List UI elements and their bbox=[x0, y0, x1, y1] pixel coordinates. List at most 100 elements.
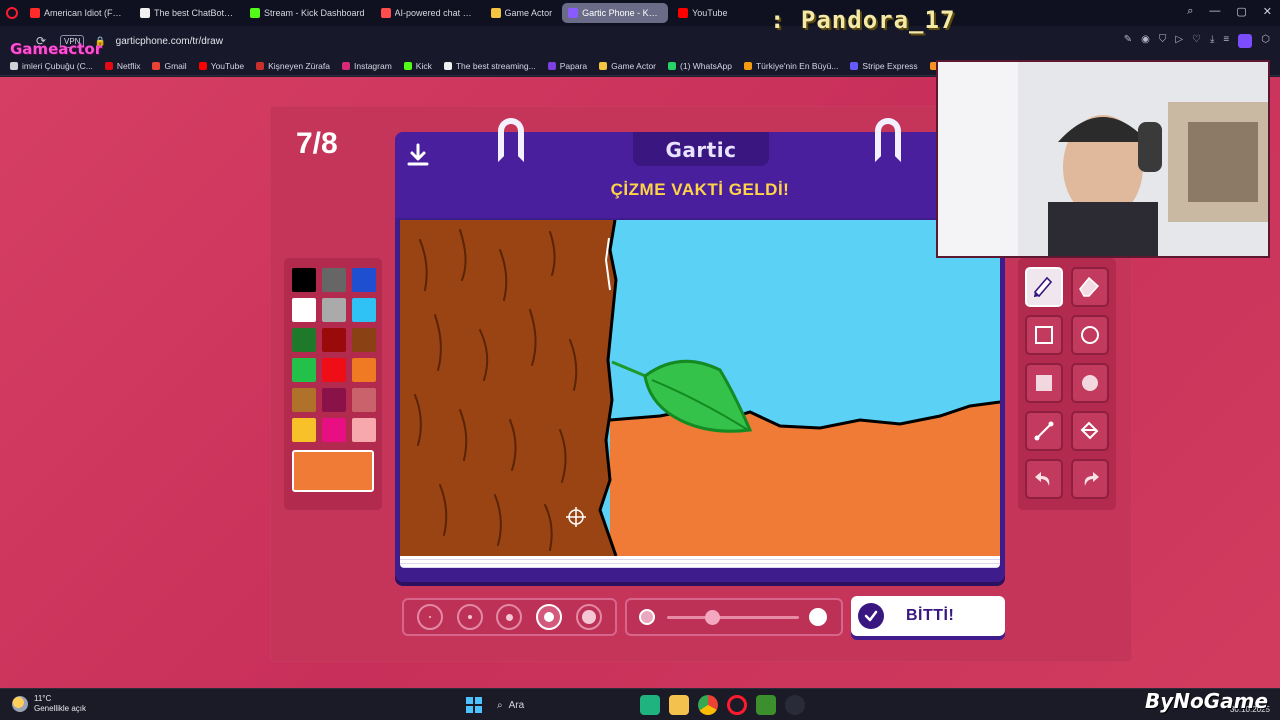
color-swatch[interactable] bbox=[292, 358, 316, 382]
color-swatches bbox=[292, 268, 376, 442]
color-swatch[interactable] bbox=[352, 298, 376, 322]
bookmark-item[interactable]: The best streaming... bbox=[443, 61, 536, 71]
brush-size-option[interactable] bbox=[576, 604, 603, 630]
ellipse-outline-tool[interactable] bbox=[1071, 315, 1109, 355]
opera-logo-icon[interactable] bbox=[6, 7, 18, 19]
bookmark-item[interactable]: Netflix bbox=[104, 61, 140, 71]
tab-label: The best ChatBot and Wi bbox=[154, 8, 234, 18]
color-swatch[interactable] bbox=[292, 418, 316, 442]
minimize-icon[interactable]: — bbox=[1209, 5, 1220, 18]
color-swatch[interactable] bbox=[292, 298, 316, 322]
minecraft-icon[interactable] bbox=[756, 695, 776, 715]
heart-icon[interactable]: ♡ bbox=[1192, 34, 1201, 48]
bookmark-item[interactable]: Gmail bbox=[152, 61, 187, 71]
taskbar-search[interactable]: ⌕ Ara bbox=[491, 693, 631, 717]
weather-widget[interactable]: 11°C Genellikle açık bbox=[12, 694, 86, 714]
file-explorer-icon[interactable] bbox=[669, 695, 689, 715]
brush-size-option[interactable] bbox=[456, 604, 483, 630]
opacity-track[interactable] bbox=[667, 616, 799, 619]
taskbar: 11°C Genellikle açık ⌕ Ara 30.10.2025 bbox=[0, 688, 1280, 720]
redo-tool[interactable] bbox=[1071, 459, 1109, 499]
maximize-icon[interactable]: ▢ bbox=[1236, 5, 1246, 18]
bookmark-item[interactable]: Türkiye'nin En Büyü... bbox=[743, 61, 838, 71]
eraser-tool[interactable] bbox=[1071, 267, 1109, 307]
extensions-icon[interactable]: ⬡ bbox=[1261, 34, 1270, 48]
color-swatch[interactable] bbox=[352, 358, 376, 382]
color-swatch[interactable] bbox=[352, 388, 376, 412]
bookmark-item[interactable]: Kick bbox=[403, 61, 432, 71]
color-swatch[interactable] bbox=[322, 358, 346, 382]
chrome-icon[interactable] bbox=[698, 695, 718, 715]
line-tool[interactable] bbox=[1025, 411, 1063, 451]
browser-tab[interactable]: YouTube bbox=[672, 3, 733, 23]
address-bar: ⟳ VPN 🔒 garticphone.com/tr/draw ✎ ◉ ⛉ ▷ … bbox=[0, 26, 1280, 56]
browser-tab[interactable]: Stream - Kick Dashboard bbox=[244, 3, 371, 23]
windows-start-icon[interactable] bbox=[466, 697, 482, 713]
profile-icon[interactable] bbox=[1238, 34, 1253, 48]
bookmark-icon bbox=[547, 61, 556, 70]
bookmark-label: Kişneyen Zürafa bbox=[268, 60, 330, 71]
color-swatch[interactable] bbox=[322, 298, 346, 322]
pen-tool[interactable] bbox=[1025, 267, 1063, 307]
camera-icon[interactable]: ◉ bbox=[1141, 34, 1150, 48]
color-swatch[interactable] bbox=[352, 268, 376, 292]
browser-tab[interactable]: Gartic Phone - Kulaktan K bbox=[562, 3, 669, 23]
drawing-artwork bbox=[400, 219, 1001, 557]
close-window-icon[interactable]: ✕ bbox=[1263, 5, 1272, 18]
browser-tab[interactable]: Game Actor bbox=[485, 3, 559, 23]
color-swatch[interactable] bbox=[322, 268, 346, 292]
brush-size-option[interactable] bbox=[496, 604, 523, 630]
color-swatch[interactable] bbox=[292, 328, 316, 352]
bookmark-item[interactable]: (1) WhatsApp bbox=[668, 61, 732, 71]
settings-icon[interactable] bbox=[785, 695, 805, 715]
color-swatch[interactable] bbox=[352, 418, 376, 442]
play-icon[interactable]: ▷ bbox=[1175, 34, 1183, 48]
bookmark-label: Game Actor bbox=[611, 60, 657, 71]
download-arrow-icon[interactable]: ⤓ bbox=[1210, 34, 1214, 48]
download-icon[interactable] bbox=[405, 142, 431, 168]
undo-tool[interactable] bbox=[1025, 459, 1063, 499]
brush-size-option[interactable] bbox=[416, 604, 443, 630]
color-swatch[interactable] bbox=[322, 418, 346, 442]
bookmark-icon bbox=[599, 61, 608, 70]
color-swatch[interactable] bbox=[292, 388, 316, 412]
rectangle-outline-tool[interactable] bbox=[1025, 315, 1063, 355]
tab-label: YouTube bbox=[692, 8, 728, 18]
done-button[interactable]: BİTTİ! bbox=[851, 596, 1005, 636]
bookmark-icon bbox=[668, 61, 677, 70]
bookmark-item[interactable]: Papara bbox=[547, 61, 587, 71]
bookmark-item[interactable]: Kişneyen Zürafa bbox=[256, 61, 330, 71]
ellipse-fill-tool[interactable] bbox=[1071, 363, 1109, 403]
bookmark-item[interactable]: Instagram bbox=[342, 61, 392, 71]
notebook-ring-icon bbox=[875, 118, 901, 162]
opacity-thumb[interactable] bbox=[704, 610, 720, 625]
bookmark-item[interactable]: Stripe Express bbox=[850, 61, 918, 71]
app-icon[interactable] bbox=[640, 695, 660, 715]
color-swatch[interactable] bbox=[322, 388, 346, 412]
bookmark-item[interactable]: Game Actor bbox=[599, 61, 656, 71]
bookmark-label: YouTube bbox=[210, 60, 245, 71]
rectangle-fill-tool[interactable] bbox=[1025, 363, 1063, 403]
tab-label: American Idiot (Full A bbox=[44, 8, 124, 18]
browser-tab[interactable]: AI-powered chat bot with bbox=[375, 3, 481, 23]
bookmark-item[interactable]: YouTube bbox=[198, 60, 245, 71]
drawing-canvas[interactable] bbox=[400, 219, 1001, 557]
shield-icon[interactable]: ⛉ bbox=[1159, 34, 1167, 48]
search-tabs-icon[interactable]: ⌕ bbox=[1187, 5, 1193, 18]
weather-description: Genellikle açık bbox=[34, 704, 87, 713]
opacity-slider[interactable] bbox=[625, 598, 843, 636]
opera-gx-icon[interactable] bbox=[727, 695, 747, 715]
color-swatch[interactable] bbox=[322, 328, 346, 352]
menu-icon[interactable]: ≡ bbox=[1223, 34, 1229, 48]
bucket-fill-tool[interactable] bbox=[1071, 411, 1109, 451]
color-swatch[interactable] bbox=[352, 328, 376, 352]
brush-size-option[interactable] bbox=[536, 604, 563, 630]
browser-tab[interactable]: American Idiot (Full A bbox=[24, 3, 130, 23]
current-color-swatch[interactable] bbox=[292, 450, 374, 492]
browser-tab[interactable]: The best ChatBot and Wi bbox=[134, 3, 240, 23]
color-swatch[interactable] bbox=[292, 268, 316, 292]
bookmark-item[interactable]: imleri Çubuğu (C... bbox=[10, 61, 93, 71]
url-field[interactable]: garticphone.com/tr/draw bbox=[116, 36, 223, 47]
edit-icon[interactable]: ✎ bbox=[1124, 34, 1132, 48]
bookmark-icon bbox=[256, 61, 265, 70]
